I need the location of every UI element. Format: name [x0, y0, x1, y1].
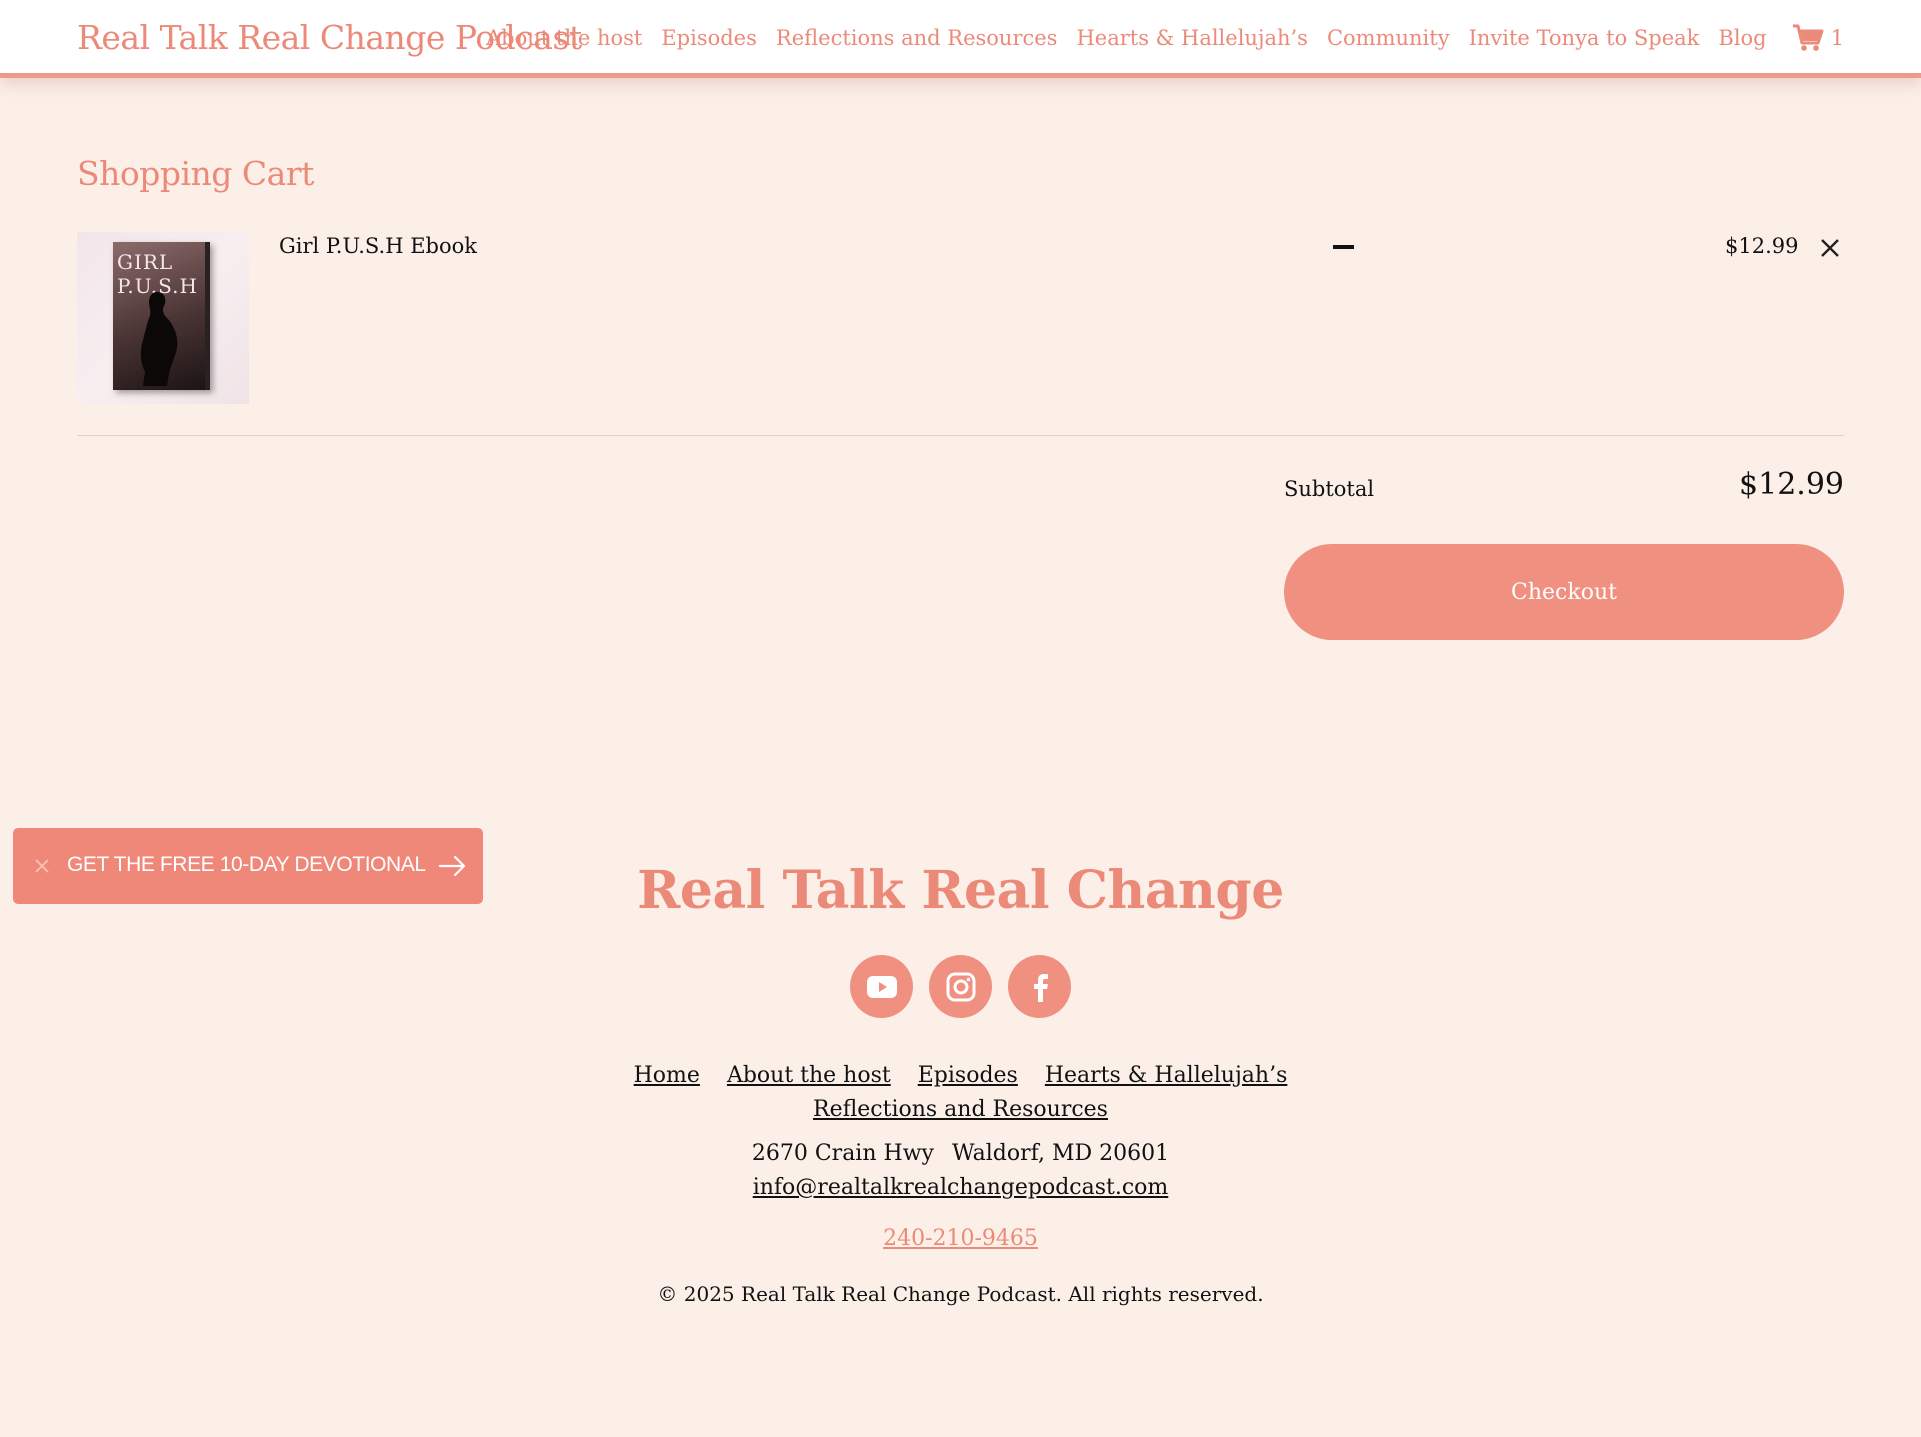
- facebook-icon: [1033, 973, 1048, 1002]
- remove-item-button[interactable]: [1819, 237, 1841, 259]
- nav-hearts-hallelujahs[interactable]: Hearts & Hallelujah’s: [1076, 26, 1308, 50]
- site-header: Real Talk Real Change Podcast About the …: [0, 0, 1921, 78]
- book-cover: GIRL P.U.S.H: [113, 242, 210, 390]
- nav-reflections-resources[interactable]: Reflections and Resources: [776, 26, 1058, 50]
- footer-link-home[interactable]: Home: [634, 1063, 700, 1088]
- address-city: Waldorf, MD 20601: [951, 1141, 1170, 1166]
- footer-email-link[interactable]: info@realtalkrealchangepodcast.com: [753, 1175, 1169, 1200]
- cart-icon: [1792, 24, 1824, 52]
- instagram-link[interactable]: [929, 955, 992, 1018]
- subtotal-value: $12.99: [1739, 467, 1844, 502]
- cart-button[interactable]: 1: [1792, 24, 1844, 52]
- footer-link-reflections-resources[interactable]: Reflections and Resources: [813, 1097, 1108, 1122]
- checkout-button[interactable]: Checkout: [1284, 544, 1844, 640]
- divider: [77, 435, 1844, 436]
- main-nav: About the host Episodes Reflections and …: [486, 24, 1844, 52]
- subtotal-label: Subtotal: [1284, 477, 1375, 501]
- product-thumbnail[interactable]: GIRL P.U.S.H: [77, 232, 249, 404]
- footer-link-about-host[interactable]: About the host: [727, 1063, 891, 1088]
- footer-link-hearts-hallelujahs[interactable]: Hearts & Hallelujah’s: [1045, 1063, 1288, 1088]
- nav-invite-tonya[interactable]: Invite Tonya to Speak: [1469, 26, 1700, 50]
- nav-episodes[interactable]: Episodes: [661, 26, 757, 50]
- footer-nav: Home About the host Episodes Hearts & Ha…: [0, 1059, 1921, 1127]
- youtube-icon: [866, 975, 897, 998]
- youtube-link[interactable]: [850, 955, 913, 1018]
- instagram-icon: [946, 972, 975, 1001]
- silhouette-image: [140, 292, 178, 386]
- footer-phone-link[interactable]: 240-210-9465: [0, 1226, 1921, 1251]
- page-title: Shopping Cart: [77, 154, 314, 193]
- facebook-link[interactable]: [1008, 955, 1071, 1018]
- nav-about-host[interactable]: About the host: [486, 26, 642, 50]
- cart-item-price: $12.99: [1725, 234, 1799, 258]
- cart-item-name[interactable]: Girl P.U.S.H Ebook: [279, 234, 477, 258]
- nav-blog[interactable]: Blog: [1718, 26, 1766, 50]
- copyright-text: © 2025 Real Talk Real Change Podcast. Al…: [657, 1282, 1264, 1306]
- close-icon: [1821, 239, 1839, 257]
- footer-link-episodes[interactable]: Episodes: [918, 1063, 1018, 1088]
- cart-count: 1: [1830, 26, 1844, 50]
- address-street: 2670 Crain Hwy: [751, 1141, 934, 1166]
- nav-community[interactable]: Community: [1327, 26, 1450, 50]
- social-links: [850, 955, 1071, 1018]
- footer-title: Real Talk Real Change: [637, 860, 1284, 921]
- quantity-decrease-button[interactable]: [1333, 245, 1354, 249]
- footer-address: 2670 Crain Hwy Waldorf, MD 20601 info@rea…: [0, 1137, 1921, 1205]
